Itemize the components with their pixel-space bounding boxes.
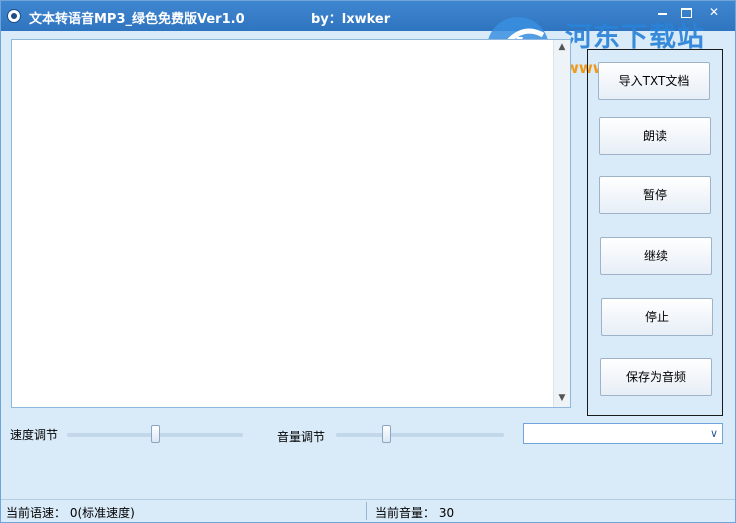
status-speed: 当前语速： 0(标准速度) <box>6 506 135 520</box>
stop-button[interactable]: 停止 <box>601 298 713 336</box>
status-divider <box>366 502 367 520</box>
save-audio-button[interactable]: 保存为音频 <box>600 358 712 396</box>
speed-slider-thumb[interactable] <box>151 425 160 443</box>
window-title: 文本转语音MP3_绿色免费版Ver1.0 <box>29 12 245 27</box>
maximize-icon <box>680 8 692 18</box>
close-button[interactable]: ✕ <box>703 4 725 20</box>
chevron-down-icon[interactable]: ▼ <box>557 393 567 403</box>
vertical-scrollbar[interactable]: ▲ ▼ <box>553 40 570 407</box>
resume-button[interactable]: 继续 <box>600 237 712 275</box>
status-volume: 当前音量： 30 <box>375 506 455 520</box>
title-bar[interactable]: 文本转语音MP3_绿色免费版Ver1.0 by：lxwker ✕ <box>1 1 735 31</box>
volume-slider-thumb[interactable] <box>382 425 391 443</box>
read-button[interactable]: 朗读 <box>599 117 711 155</box>
text-input-area[interactable]: ▲ ▼ <box>11 39 571 408</box>
maximize-button[interactable] <box>675 4 697 20</box>
status-bar: 当前语速： 0(标准速度) 当前音量： 30 <box>1 499 735 522</box>
volume-slider-label: 音量调节 <box>277 430 326 444</box>
minimize-icon <box>657 13 667 15</box>
author-credit: by：lxwker <box>311 12 391 27</box>
pause-button[interactable]: 暂停 <box>599 176 711 214</box>
voice-select[interactable]: ∨ <box>523 423 723 444</box>
arrow-up-icon[interactable]: ▲ <box>557 42 567 52</box>
main-window: 文本转语音MP3_绿色免费版Ver1.0 by：lxwker ✕ 河东下载站 w… <box>0 0 736 523</box>
minimize-button[interactable] <box>651 4 673 20</box>
import-txt-button[interactable]: 导入TXT文档 <box>598 62 710 100</box>
action-button-panel: 导入TXT文档 朗读 暂停 继续 停止 保存为音频 <box>587 49 723 416</box>
volume-slider-track[interactable] <box>336 433 504 437</box>
speaker-icon <box>7 9 21 23</box>
chevron-down-icon[interactable]: ∨ <box>710 427 718 440</box>
speed-slider-label: 速度调节 <box>10 428 59 442</box>
